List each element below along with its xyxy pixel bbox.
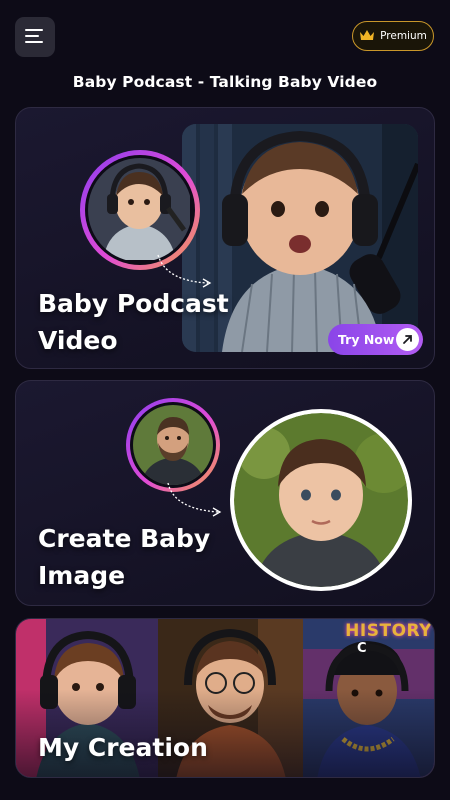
adult-avatar-ring <box>126 398 220 492</box>
connector-arrow-icon <box>166 481 226 521</box>
baby-podcast-video-card[interactable]: Baby Podcast Video Try Now <box>15 107 435 369</box>
baby-avatar-photo <box>88 158 192 262</box>
premium-label: Premium <box>380 30 427 42</box>
menu-icon <box>25 28 45 47</box>
baby-result-image <box>230 409 412 591</box>
my-creation-card[interactable]: HISTORY C My Creation <box>15 618 435 778</box>
baby-avatar-ring <box>80 150 200 270</box>
premium-button[interactable]: Premium <box>352 21 434 51</box>
crown-icon <box>359 29 375 44</box>
page-title: Baby Podcast - Talking Baby Video <box>72 73 378 91</box>
try-now-label: Try Now <box>338 332 395 347</box>
create-baby-image-card[interactable]: Create Baby Image <box>15 380 435 606</box>
menu-button[interactable] <box>15 17 55 57</box>
card-title-podcast: Baby Podcast Video <box>38 289 229 355</box>
adult-avatar-photo <box>133 405 213 485</box>
try-now-button[interactable]: Try Now <box>328 324 423 355</box>
card-title-create-baby: Create Baby Image <box>38 524 211 590</box>
cap-letter: C <box>357 641 367 656</box>
arrow-up-right-icon <box>396 328 419 351</box>
card-title-my-creation: My Creation <box>38 733 208 762</box>
history-sign: HISTORY <box>345 621 432 641</box>
